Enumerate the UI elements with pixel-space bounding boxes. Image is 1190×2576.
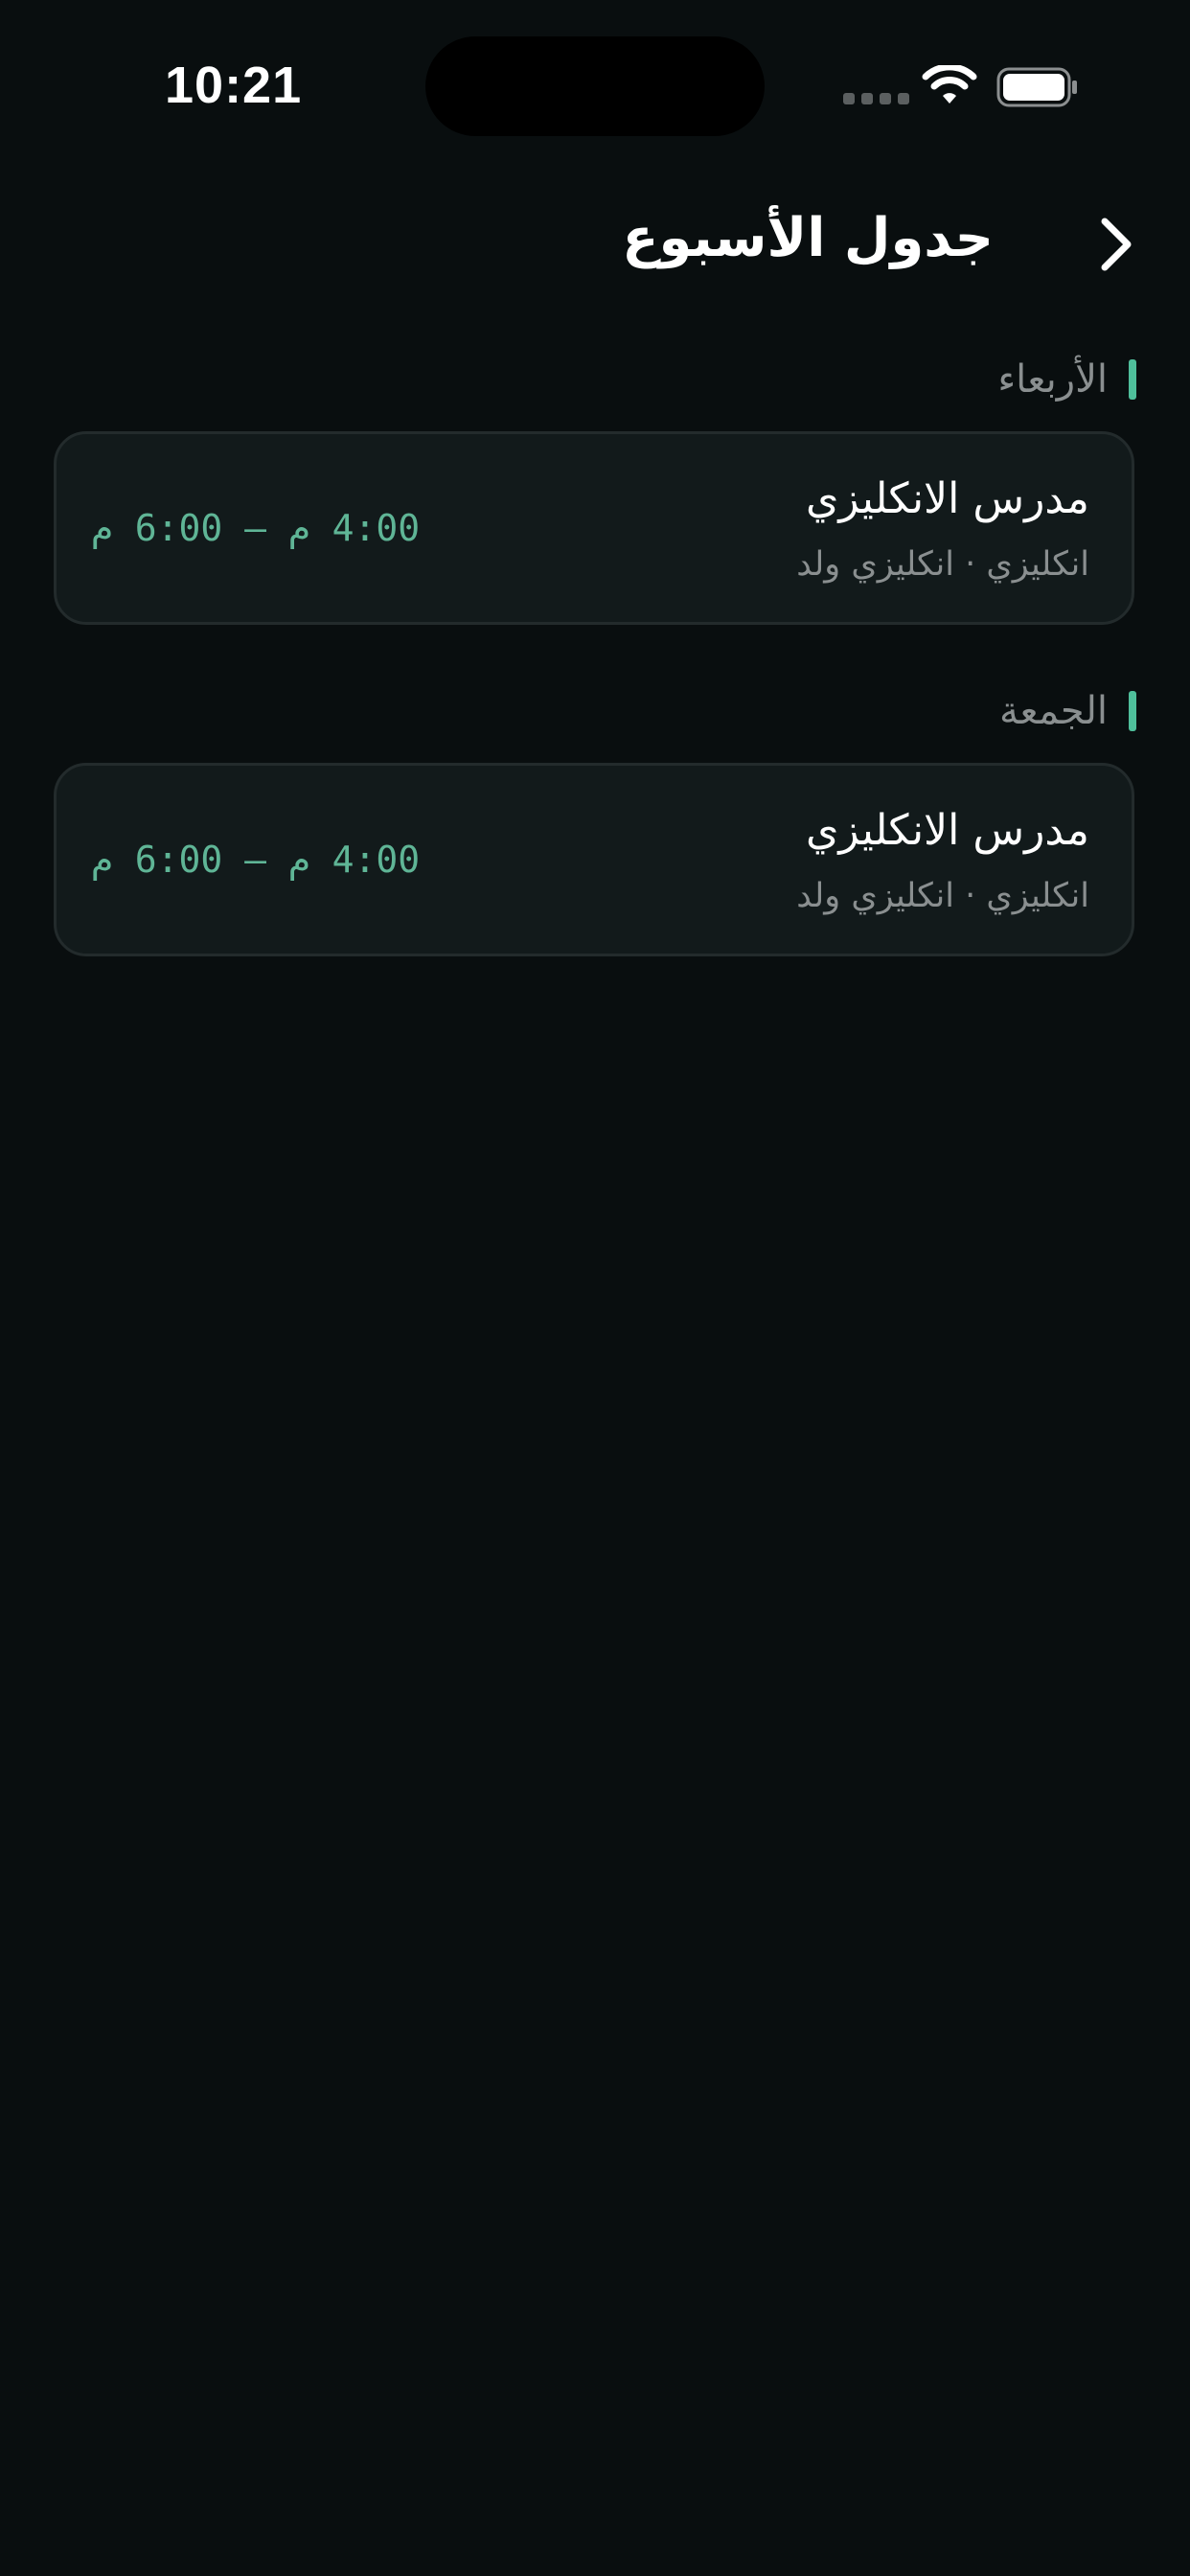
chevron-right-icon — [1101, 218, 1132, 271]
class-teacher: مدرس الانكليزي — [805, 474, 1089, 523]
class-card[interactable]: مدرس الانكليزي انكليزي · انكليزي ولد 4:0… — [54, 763, 1134, 956]
class-time: 4:00 م – 6:00 م — [91, 507, 421, 549]
day-label: الأربعاء — [997, 357, 1108, 402]
day-accent-bar — [1129, 691, 1136, 731]
class-time: 4:00 م – 6:00 م — [91, 839, 421, 881]
class-subtitle: انكليزي · انكليزي ولد — [796, 545, 1089, 584]
class-subtitle: انكليزي · انكليزي ولد — [796, 877, 1089, 915]
class-card[interactable]: مدرس الانكليزي انكليزي · انكليزي ولد 4:0… — [54, 431, 1134, 625]
day-heading-friday: الجمعة — [999, 689, 1136, 733]
week-schedule-screen: 10:21 جدول الأسبوع الأربعاء مدرس الانكلي… — [0, 0, 1190, 2576]
status-time: 10:21 — [165, 57, 303, 114]
battery-icon — [996, 67, 1077, 107]
day-label: الجمعة — [999, 689, 1108, 733]
back-button[interactable] — [1083, 211, 1150, 278]
signal-dots-icon — [843, 93, 909, 104]
dynamic-island — [425, 36, 765, 136]
day-accent-bar — [1129, 359, 1136, 400]
wifi-icon — [922, 65, 977, 104]
day-heading-wednesday: الأربعاء — [997, 357, 1136, 402]
page-title: جدول الأسبوع — [622, 207, 994, 269]
class-teacher: مدرس الانكليزي — [805, 806, 1089, 855]
